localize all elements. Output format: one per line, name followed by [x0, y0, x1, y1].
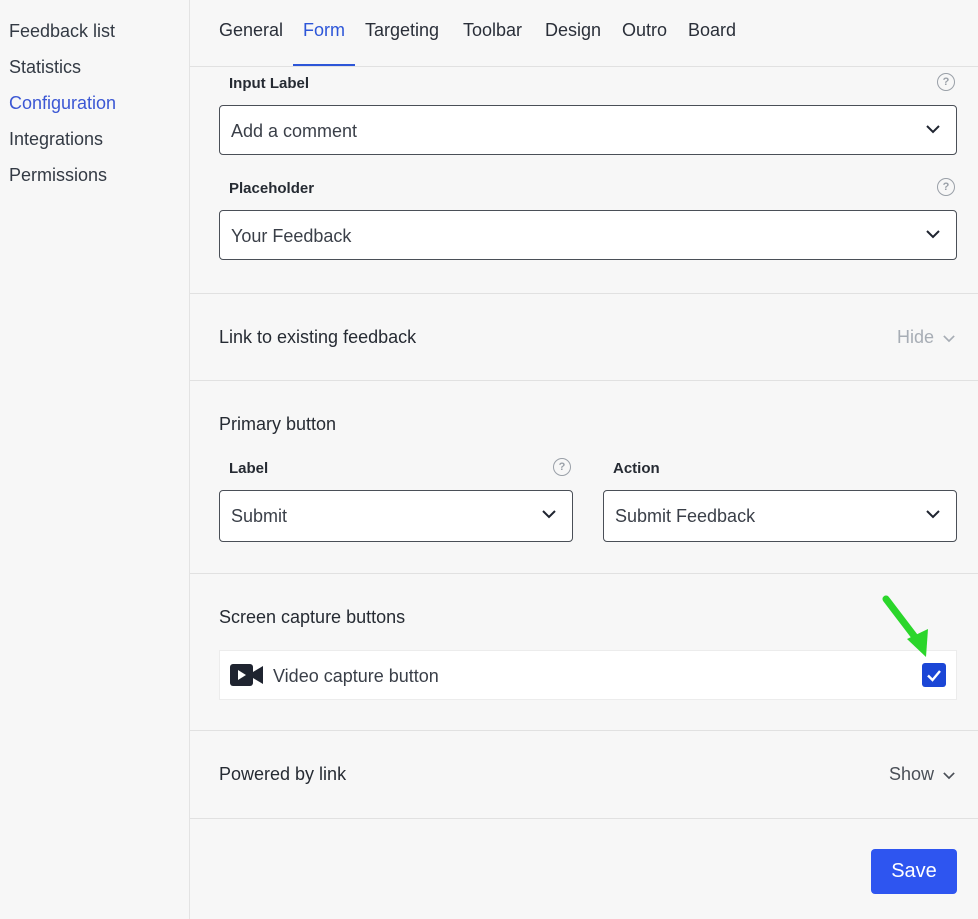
tab-form[interactable]: Form: [303, 20, 345, 41]
section-divider: [190, 573, 978, 574]
tab-board[interactable]: Board: [688, 20, 736, 41]
powered-by-toggle-label: Show: [889, 764, 935, 784]
tab-general[interactable]: General: [219, 20, 283, 41]
primary-button-title: Primary button: [219, 414, 337, 434]
sidebar-item-permissions[interactable]: Permissions: [9, 165, 107, 186]
tab-outro[interactable]: Outro: [622, 20, 667, 41]
sidebar-item-configuration[interactable]: Configuration: [9, 93, 116, 114]
tab-bar: General Form Targeting Toolbar Design Ou…: [190, 0, 978, 67]
section-divider: [190, 818, 978, 819]
video-camera-icon: [230, 664, 263, 686]
screen-capture-title: Screen capture buttons: [219, 607, 406, 627]
question-circle-icon[interactable]: ?: [937, 178, 955, 196]
question-circle-icon[interactable]: ?: [553, 458, 571, 476]
primary-action-heading: Action: [613, 460, 660, 477]
sidebar-item-feedback-list[interactable]: Feedback list: [9, 21, 115, 42]
placeholder-value: Your Feedback: [231, 226, 352, 246]
input-label-heading: Input Label: [229, 75, 309, 92]
powered-by-toggle[interactable]: Show: [889, 764, 955, 785]
chevron-down-icon: [943, 335, 955, 343]
primary-action-value: Submit Feedback: [615, 506, 756, 526]
placeholder-heading: Placeholder: [229, 180, 315, 197]
section-divider: [190, 380, 978, 381]
sidebar-item-integrations[interactable]: Integrations: [9, 129, 103, 150]
input-label-select[interactable]: Add a comment: [219, 105, 957, 155]
annotation-arrow-icon: [882, 595, 928, 657]
placeholder-select[interactable]: Your Feedback: [219, 210, 957, 260]
tab-targeting[interactable]: Targeting: [365, 20, 439, 41]
chevron-down-icon: [926, 125, 940, 134]
link-existing-title: Link to existing feedback: [219, 327, 417, 347]
question-circle-icon[interactable]: ?: [937, 73, 955, 91]
video-capture-row: Video capture button: [219, 650, 957, 700]
video-capture-label: Video capture button: [273, 666, 439, 686]
sidebar: Feedback list Statistics Configuration I…: [0, 0, 190, 919]
section-divider: [190, 730, 978, 731]
tab-design[interactable]: Design: [545, 20, 601, 41]
chevron-down-icon: [542, 510, 556, 519]
sidebar-item-statistics[interactable]: Statistics: [9, 57, 81, 78]
chevron-down-icon: [943, 772, 955, 780]
main-panel: General Form Targeting Toolbar Design Ou…: [190, 0, 978, 919]
primary-label-value: Submit: [231, 506, 288, 526]
check-icon: [927, 670, 941, 682]
primary-label-select[interactable]: Submit: [219, 490, 573, 542]
powered-by-title: Powered by link: [219, 764, 347, 784]
tab-toolbar[interactable]: Toolbar: [463, 20, 522, 41]
link-existing-toggle-label: Hide: [897, 327, 935, 347]
section-divider: [190, 293, 978, 294]
input-label-value: Add a comment: [231, 121, 358, 141]
chevron-down-icon: [926, 510, 940, 519]
link-existing-toggle[interactable]: Hide: [897, 327, 955, 348]
primary-label-heading: Label: [229, 460, 269, 477]
chevron-down-icon: [926, 230, 940, 239]
primary-action-select[interactable]: Submit Feedback: [603, 490, 957, 542]
active-tab-indicator: [293, 64, 355, 66]
save-button[interactable]: Save: [871, 849, 957, 894]
video-capture-checkbox[interactable]: [922, 663, 946, 687]
